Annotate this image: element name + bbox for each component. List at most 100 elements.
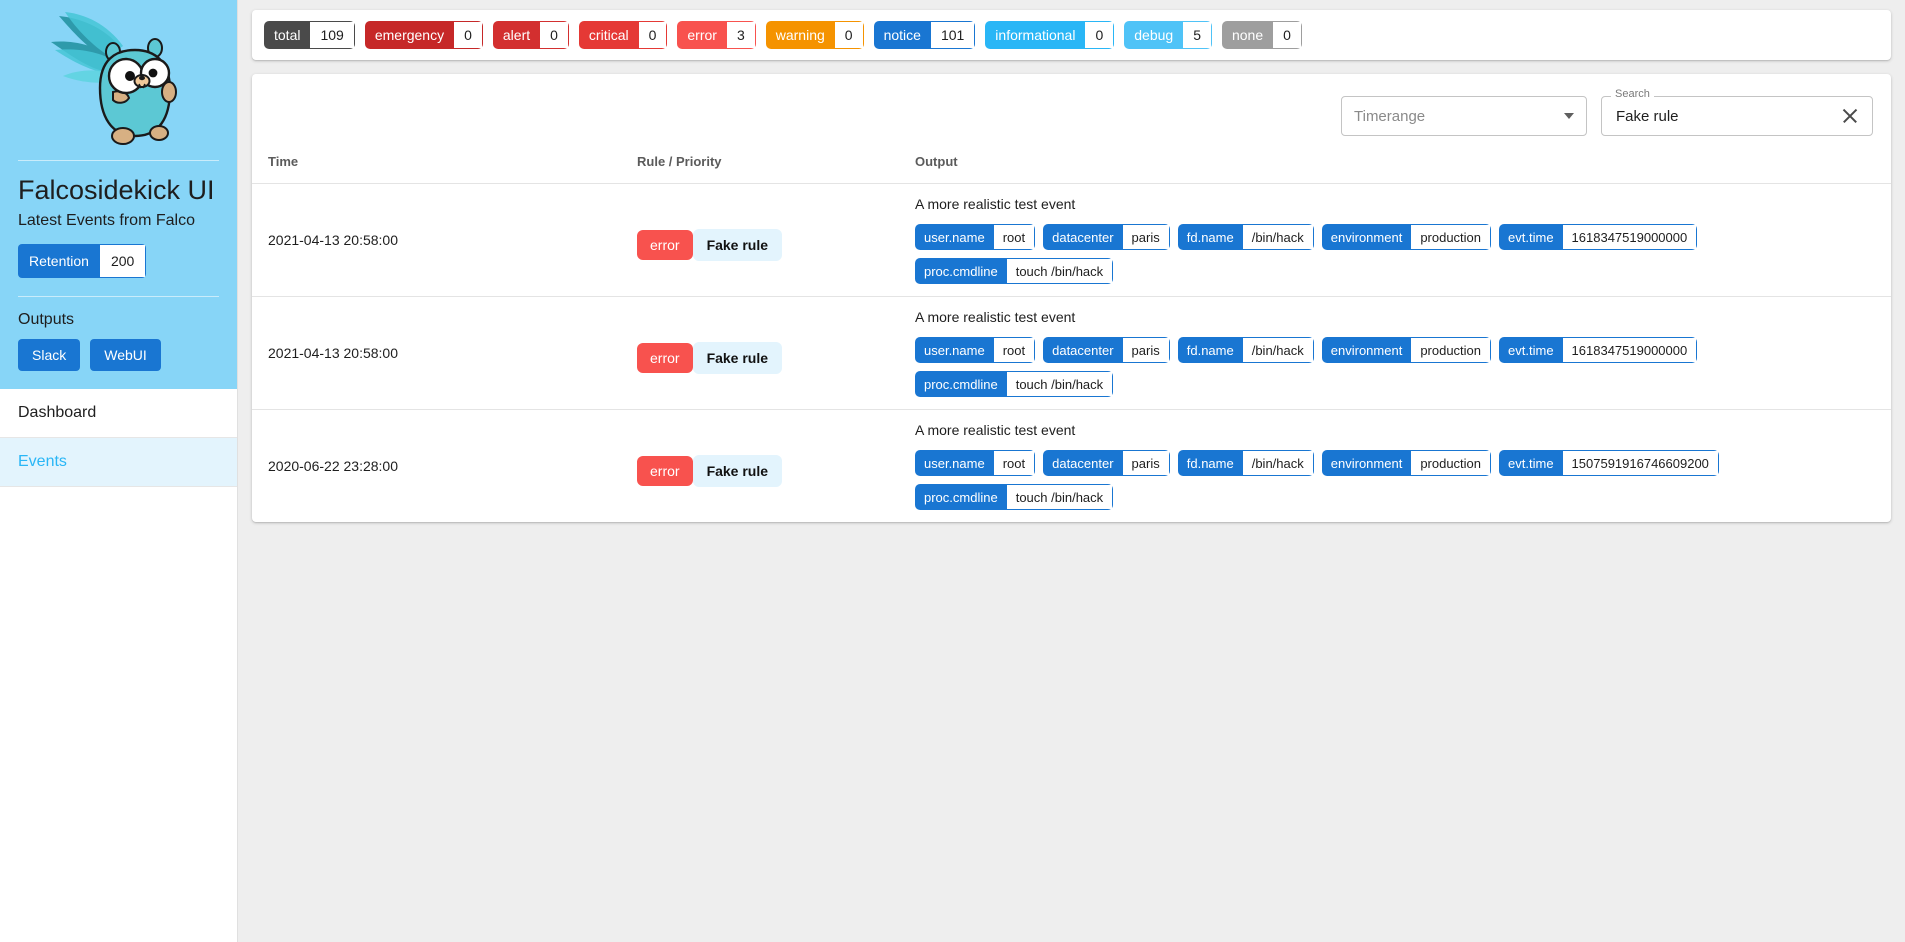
chevron-down-icon [1564,113,1574,119]
rule-priority-stack: errorFake rule [637,219,915,261]
priority-badge-label: critical [579,21,639,49]
event-field-value: /bin/hack [1243,337,1314,363]
event-output: A more realistic test eventuser.nameroot… [915,184,1891,297]
priority-badge-count: 109 [310,21,354,49]
event-field-key: user.name [915,337,994,363]
event-time: 2020-06-22 23:28:00 [252,410,637,523]
event-field-value: paris [1123,450,1170,476]
event-field-tag[interactable]: proc.cmdlinetouch /bin/hack [915,484,1113,510]
sidebar-nav: Dashboard Events [0,389,237,487]
table-row[interactable]: 2020-06-22 23:28:00errorFake rule A more … [252,410,1891,523]
priority-badge-label: total [264,21,310,49]
sidebar-item-events[interactable]: Events [0,438,237,487]
event-field-key: fd.name [1178,450,1243,476]
event-field-tag[interactable]: evt.time1507591916746609200 [1499,450,1719,476]
event-field-value: 1507591916746609200 [1563,450,1719,476]
event-field-tag[interactable]: user.nameroot [915,224,1035,250]
priority-badge-label: none [1222,21,1273,49]
close-icon[interactable] [1840,106,1860,126]
event-field-value: 1618347519000000 [1563,337,1698,363]
event-field-value: paris [1123,224,1170,250]
status-badge[interactable]: error [637,343,693,373]
event-time: 2021-04-13 20:58:00 [252,184,637,297]
event-field-value: production [1411,224,1491,250]
column-header-output: Output [915,154,1891,184]
event-field-tags: user.nameroot datacenterparis fd.name/bin/… [915,337,1873,397]
event-field-value: 1618347519000000 [1563,224,1698,250]
event-field-tag[interactable]: proc.cmdlinetouch /bin/hack [915,371,1113,397]
event-field-tag[interactable]: datacenterparis [1043,337,1170,363]
event-field-tag[interactable]: environmentproduction [1322,224,1491,250]
event-field-tag[interactable]: fd.name/bin/hack [1178,450,1314,476]
rule-name-badge[interactable]: Fake rule [693,229,782,261]
timerange-select[interactable]: Timerange [1341,96,1587,136]
priority-badge-label: alert [493,21,540,49]
rule-name-badge[interactable]: Fake rule [693,455,782,487]
priority-badge-count: 0 [835,21,864,49]
priority-badge-label: warning [766,21,835,49]
event-field-tag[interactable]: datacenterparis [1043,224,1170,250]
priority-badge-count: 3 [727,21,756,49]
search-field[interactable]: Search [1601,96,1873,136]
event-output: A more realistic test eventuser.nameroot… [915,410,1891,523]
priority-badge-count: 0 [454,21,483,49]
event-field-tag[interactable]: environmentproduction [1322,450,1491,476]
event-field-key: user.name [915,224,994,250]
output-button-slack[interactable]: Slack [18,339,80,371]
event-field-tag[interactable]: fd.name/bin/hack [1178,337,1314,363]
event-field-key: proc.cmdline [915,371,1007,397]
priority-badge-label: emergency [365,21,454,49]
outputs-list: Slack WebUI [0,339,237,371]
status-badge[interactable]: error [637,230,693,260]
priority-badge-warning[interactable]: warning0 [766,21,864,49]
priority-badge-critical[interactable]: critical0 [579,21,667,49]
event-field-key: evt.time [1499,224,1563,250]
priority-badge-emergency[interactable]: emergency0 [365,21,483,49]
priority-badge-label: notice [874,21,931,49]
priority-badge-informational[interactable]: informational0 [985,21,1114,49]
table-row[interactable]: 2021-04-13 20:58:00errorFake ruleA more … [252,297,1891,410]
search-input[interactable] [1614,107,1840,126]
rule-name-badge[interactable]: Fake rule [693,342,782,374]
sidebar-item-dashboard[interactable]: Dashboard [0,389,237,438]
event-field-tag[interactable]: proc.cmdlinetouch /bin/hack [915,258,1113,284]
event-field-value: root [994,224,1035,250]
event-field-value: production [1411,450,1491,476]
priority-badge-notice[interactable]: notice101 [874,21,976,49]
event-field-value: paris [1123,337,1170,363]
filters-bar: Timerange Search [252,74,1891,154]
event-field-key: datacenter [1043,450,1122,476]
rule-priority-stack: errorFake rule [637,332,915,374]
event-field-key: proc.cmdline [915,258,1007,284]
event-output: A more realistic test eventuser.nameroot… [915,297,1891,410]
event-field-tag[interactable]: user.nameroot [915,450,1035,476]
priority-badge-none[interactable]: none0 [1222,21,1302,49]
priority-badge-alert[interactable]: alert0 [493,21,569,49]
priority-badge-count: 5 [1183,21,1212,49]
priority-badge-label: informational [985,21,1085,49]
event-field-key: datacenter [1043,337,1122,363]
event-field-key: user.name [915,450,994,476]
event-field-tag[interactable]: datacenterparis [1043,450,1170,476]
priority-badge-error[interactable]: error3 [677,21,755,49]
event-field-key: environment [1322,337,1412,363]
priority-counters: total109emergency0alert0critical0error3w… [252,10,1891,60]
event-field-key: environment [1322,450,1412,476]
output-button-webui[interactable]: WebUI [90,339,161,371]
table-row[interactable]: 2021-04-13 20:58:00errorFake ruleA more … [252,184,1891,297]
event-field-tag[interactable]: fd.name/bin/hack [1178,224,1314,250]
event-field-tag[interactable]: evt.time1618347519000000 [1499,337,1697,363]
event-field-value: production [1411,337,1491,363]
retention-chip[interactable]: Retention 200 [18,244,146,278]
outputs-heading: Outputs [0,311,237,329]
events-table-header-row: Time Rule / Priority Output [252,154,1891,184]
event-field-tag[interactable]: user.nameroot [915,337,1035,363]
event-field-tag[interactable]: environmentproduction [1322,337,1491,363]
event-field-tag[interactable]: evt.time1618347519000000 [1499,224,1697,250]
app-subtitle: Latest Events from Falco [0,212,237,230]
priority-badge-label: debug [1124,21,1183,49]
priority-badge-debug[interactable]: debug5 [1124,21,1212,49]
priority-badge-total[interactable]: total109 [264,21,355,49]
priority-badge-count: 0 [1085,21,1114,49]
status-badge[interactable]: error [637,456,693,486]
